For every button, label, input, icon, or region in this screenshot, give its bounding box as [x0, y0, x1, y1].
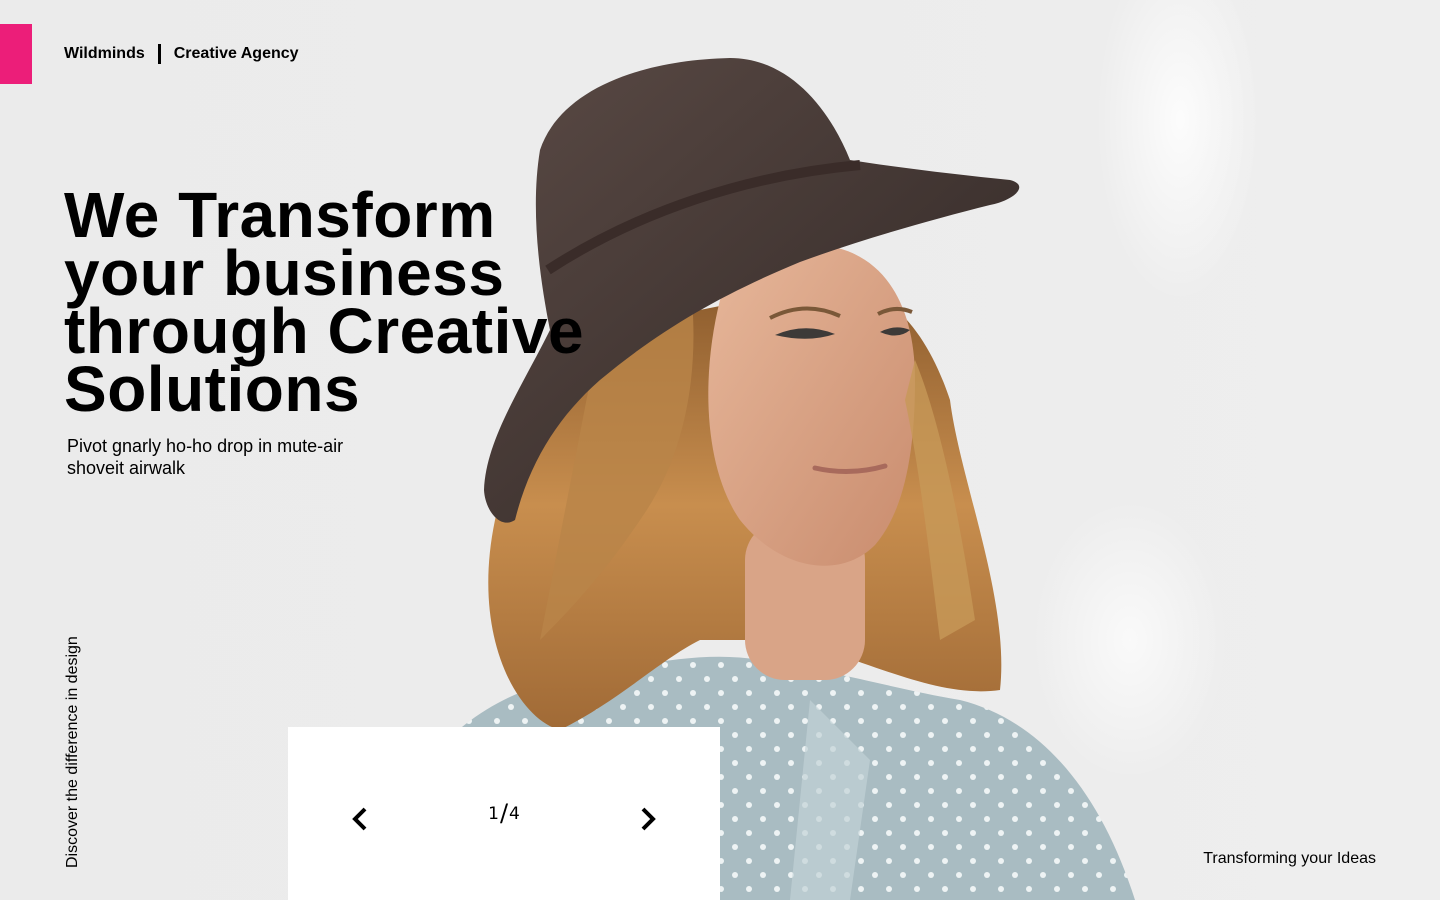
headline-line: Solutions: [64, 353, 361, 425]
brand-divider: [157, 44, 161, 64]
brand-name[interactable]: Wildminds: [64, 45, 145, 63]
headline-line: We Transform: [64, 179, 496, 251]
headline-line: your business: [64, 237, 505, 309]
slide-current: 1: [488, 804, 499, 824]
hero-headline: We Transform your business through Creat…: [64, 179, 624, 425]
slider-next-button[interactable]: [630, 801, 666, 837]
side-vertical-text: Discover the difference in design: [64, 636, 81, 868]
bottom-right-tagline: Transforming your Ideas: [1203, 850, 1376, 867]
slide-counter: 1 / 4: [484, 799, 524, 829]
brand-header[interactable]: Wildminds Creative Agency: [64, 44, 299, 64]
hero-subtitle: Pivot gnarly ho-ho drop in mute-air shov…: [67, 436, 344, 478]
brand-tagline: Creative Agency: [173, 45, 299, 62]
headline-line: through Creative: [64, 295, 585, 367]
slide-separator: /: [499, 799, 509, 827]
slider-prev-button[interactable]: [342, 801, 378, 837]
chevron-left-icon: [352, 807, 367, 831]
slider-controls: 1 / 4: [288, 727, 720, 900]
accent-bar: [0, 24, 32, 84]
chevron-right-icon: [641, 807, 656, 831]
slide-total: 4: [509, 804, 520, 824]
